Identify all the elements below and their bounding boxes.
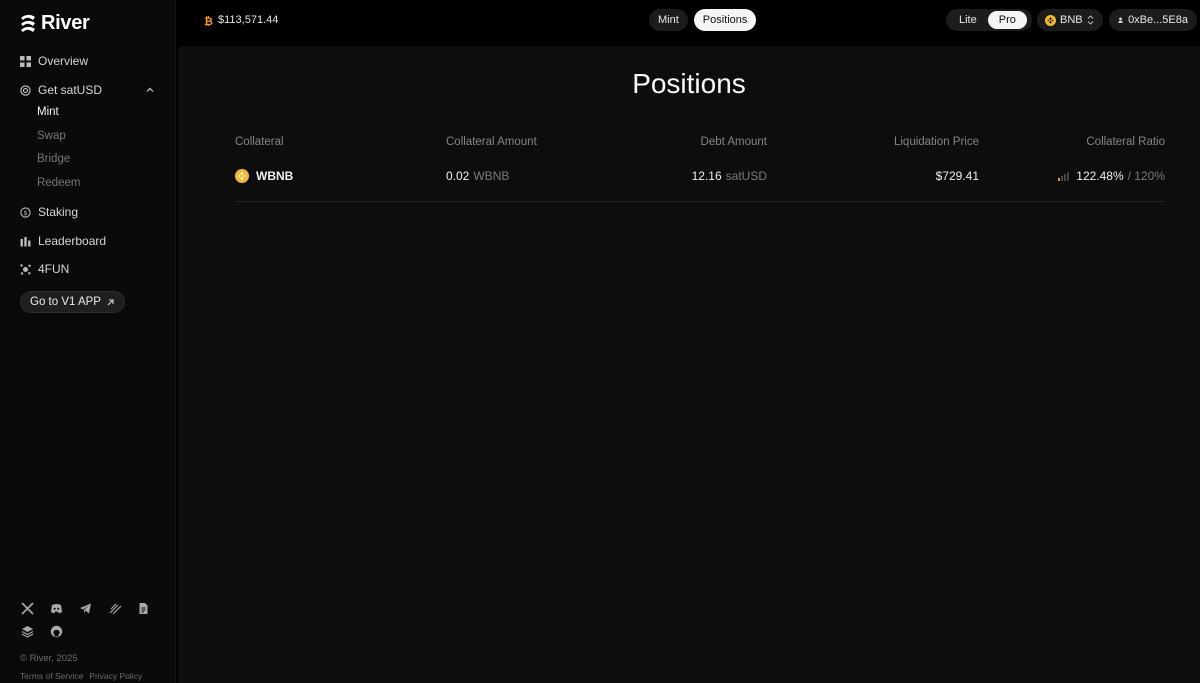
page-tabs: Mint Positions: [649, 9, 757, 31]
column-header-collateral-amount: Collateral Amount: [446, 136, 537, 148]
chain-selector[interactable]: BNB: [1037, 9, 1103, 31]
cell-debt-amount: 12.16 satUSD: [692, 169, 767, 183]
sidebar-item-leaderboard[interactable]: Leaderboard: [20, 231, 106, 251]
github-icon[interactable]: [49, 624, 64, 639]
column-header-liquidation-price: Liquidation Price: [893, 136, 979, 148]
debt-amount-unit: satUSD: [725, 169, 767, 183]
column-header-debt-amount: Debt Amount: [700, 136, 767, 148]
discord-icon[interactable]: [49, 601, 64, 616]
sidebar-item-label: Leaderboard: [38, 234, 107, 248]
wallet-address: 0xBe...5E8a: [1128, 14, 1188, 26]
telegram-icon[interactable]: [78, 601, 93, 616]
sidebar: River Overview Get satUSD Mint Swap Brid…: [0, 0, 176, 683]
x-icon[interactable]: [20, 601, 35, 616]
collateral-ratio-value: 122.48%: [1076, 169, 1124, 183]
brand-name: River: [41, 11, 90, 34]
docs-icon[interactable]: [136, 601, 151, 616]
app-root: River Overview Get satUSD Mint Swap Brid…: [0, 0, 1200, 683]
btc-price-value: $113,571.44: [218, 14, 279, 26]
chevron-up-icon[interactable]: [145, 85, 155, 95]
mirror-icon[interactable]: [108, 601, 123, 616]
svg-text:₿: ₿: [204, 15, 213, 26]
page-title: Positions: [632, 68, 746, 99]
row-divider: [235, 201, 1165, 202]
sidebar-item-label: Overview: [38, 54, 89, 68]
go-to-v1-button[interactable]: Go to V1 APP: [20, 291, 125, 313]
wallet-button[interactable]: 0xBe...5E8a: [1109, 9, 1197, 31]
sidebar-item-overview[interactable]: Overview: [20, 51, 88, 71]
go-to-v1-label: Go to V1 APP: [30, 296, 101, 308]
svg-text:$: $: [23, 209, 27, 217]
sidebar-item-get-satusd[interactable]: Get satUSD: [20, 80, 102, 100]
signal-bars-icon: [1058, 171, 1070, 181]
layers-icon[interactable]: [20, 624, 35, 639]
sidebar-item-label: 4FUN: [38, 262, 70, 276]
sidebar-item-staking[interactable]: $ Staking: [20, 202, 78, 222]
bnb-icon: [1045, 14, 1056, 26]
chevron-updown-icon: [1087, 15, 1093, 25]
mode-lite[interactable]: Lite: [948, 11, 988, 29]
sparkle-icon: [20, 263, 31, 275]
cell-collateral-amount: 0.02 WBNB: [446, 169, 509, 183]
wbnb-icon: [235, 169, 249, 183]
legal-links: Terms of Service Privacy Policy: [20, 671, 142, 681]
collateral-amount-value: 0.02: [446, 169, 470, 183]
btc-price-ticker: ₿ $113,571.44: [204, 14, 278, 26]
chain-label: BNB: [1060, 14, 1083, 26]
bitcoin-icon: ₿: [204, 15, 213, 26]
cell-collateral: WBNB: [235, 169, 293, 183]
sidebar-item-label: Staking: [38, 205, 79, 219]
sidebar-item-label: Get satUSD: [38, 83, 103, 97]
collateral-amount-unit: WBNB: [473, 169, 510, 183]
brand-logo[interactable]: River: [19, 12, 90, 34]
user-icon: [1118, 17, 1123, 23]
terms-link[interactable]: Terms of Service: [20, 671, 83, 681]
sidebar-subitem-swap[interactable]: Swap: [37, 130, 66, 142]
copyright-text: © River, 2025: [20, 653, 78, 664]
coin-icon: $: [20, 206, 31, 218]
cell-collateral-ratio: 122.48% / 120%: [1058, 169, 1165, 183]
target-icon: [20, 84, 31, 96]
liquidation-price-value: $729.41: [935, 169, 979, 183]
mode-pro[interactable]: Pro: [987, 11, 1027, 29]
sidebar-subitem-mint[interactable]: Mint: [37, 106, 59, 118]
tab-mint[interactable]: Mint: [649, 9, 688, 31]
column-header-collateral: Collateral: [235, 136, 284, 148]
privacy-link[interactable]: Privacy Policy: [89, 671, 142, 681]
table-row[interactable]: WBNB 0.02 WBNB 12.16 satUSD $729.41 122.…: [235, 158, 1165, 198]
bar-chart-icon: [20, 236, 31, 247]
main-content: Positions Collateral Collateral Amount D…: [178, 46, 1200, 683]
river-logo-icon: [21, 14, 35, 32]
sidebar-subitem-redeem[interactable]: Redeem: [37, 177, 80, 189]
topbar: ₿ $113,571.44 Mint Positions Lite Pro BN…: [176, 0, 1200, 42]
column-header-collateral-ratio: Collateral Ratio: [1086, 136, 1165, 148]
sidebar-item-4fun[interactable]: 4FUN: [20, 259, 69, 279]
collateral-ratio-min: / 120%: [1127, 169, 1165, 183]
grid-icon: [20, 55, 31, 67]
tab-positions[interactable]: Positions: [693, 9, 757, 31]
sidebar-subitem-bridge[interactable]: Bridge: [37, 153, 70, 165]
arrow-up-right-icon: [107, 298, 114, 305]
mode-toggle: Lite Pro: [946, 9, 1032, 31]
cell-liquidation-price: $729.41: [936, 169, 979, 183]
collateral-token-name: WBNB: [256, 169, 294, 183]
debt-amount-value: 12.16: [691, 169, 722, 183]
